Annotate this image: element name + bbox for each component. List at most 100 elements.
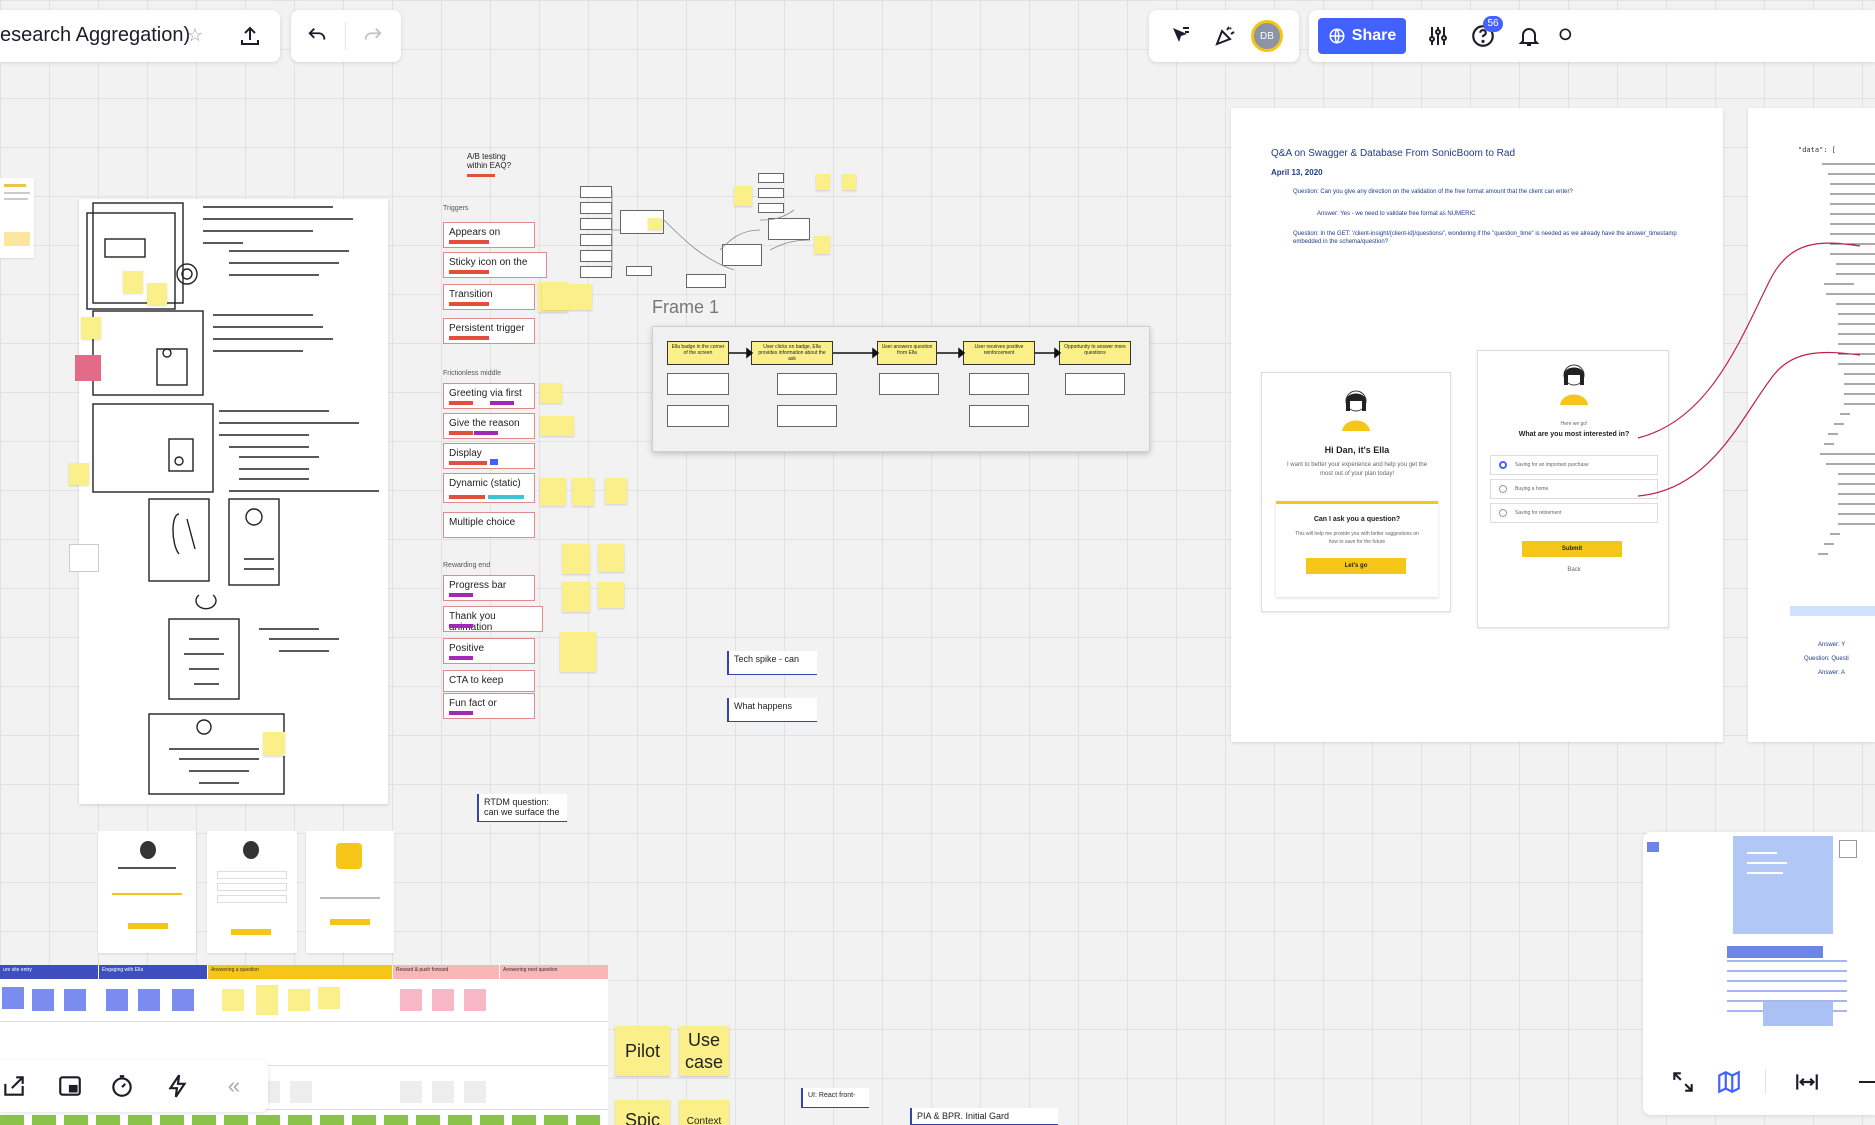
- mockup-thumbnail[interactable]: [306, 831, 394, 953]
- collapse-icon[interactable]: «: [220, 1072, 248, 1100]
- star-icon[interactable]: ☆: [184, 24, 206, 46]
- rewarding-sticky[interactable]: [562, 582, 590, 612]
- sketch-sticky[interactable]: [123, 271, 143, 293]
- map-icon[interactable]: [1715, 1068, 1743, 1096]
- rewarding-card[interactable]: CTA to keep: [443, 670, 535, 692]
- trigger-card[interactable]: Appears on: [443, 222, 535, 248]
- spike-sticky[interactable]: Spic: [615, 1100, 670, 1125]
- frictionless-sticky[interactable]: [540, 478, 566, 506]
- celebrate-icon[interactable]: [1211, 22, 1239, 50]
- note-card[interactable]: [69, 544, 99, 572]
- avatar[interactable]: DB: [1251, 20, 1283, 52]
- journey-sticky[interactable]: [288, 989, 310, 1011]
- tech-spike-note[interactable]: Tech spike - can: [727, 651, 817, 675]
- upload-icon[interactable]: [236, 22, 264, 50]
- rewarding-card[interactable]: Progress bar: [443, 575, 535, 601]
- minimap-panel[interactable]: [1643, 832, 1875, 1115]
- journey-sticky[interactable]: [2, 987, 24, 1009]
- share-screen-icon[interactable]: [0, 1072, 28, 1100]
- ui-react-note[interactable]: UI: React front-: [801, 1088, 869, 1108]
- rewarding-sticky[interactable]: [598, 582, 624, 608]
- journey-sticky[interactable]: [256, 985, 278, 1015]
- frame-1[interactable]: Ella badge in the corner of the screen U…: [652, 326, 1150, 452]
- sketch-sticky[interactable]: [81, 317, 101, 339]
- pink-note[interactable]: [75, 355, 101, 381]
- frame-title[interactable]: Frame 1: [652, 297, 719, 318]
- frictionless-sticky[interactable]: [540, 416, 574, 436]
- flow-note[interactable]: [777, 405, 837, 427]
- rewarding-sticky[interactable]: [560, 632, 596, 672]
- journey-sticky[interactable]: [138, 989, 160, 1011]
- sketch-sticky[interactable]: [69, 463, 89, 485]
- lets-go-button[interactable]: Let's go: [1306, 558, 1406, 574]
- flow-note[interactable]: [879, 373, 939, 395]
- frictionless-sticky[interactable]: [572, 478, 594, 506]
- search-icon[interactable]: [1557, 22, 1577, 50]
- pilot-sticky[interactable]: Pilot: [615, 1026, 670, 1076]
- frictionless-sticky[interactable]: [540, 383, 562, 403]
- sketch-sticky[interactable]: [263, 732, 285, 756]
- journey-sticky[interactable]: [32, 989, 54, 1011]
- journey-sticky[interactable]: [432, 989, 454, 1011]
- rewarding-card[interactable]: Thank you animation: [443, 606, 543, 633]
- frictionless-sticky[interactable]: [605, 478, 627, 504]
- flow-note[interactable]: [1065, 373, 1125, 395]
- submit-button[interactable]: Submit: [1522, 541, 1622, 557]
- pia-bpr-note[interactable]: PIA & BPR. Initial Gard: [910, 1108, 1058, 1125]
- trigger-card[interactable]: Persistent trigger: [443, 318, 535, 344]
- journey-sticky[interactable]: [400, 1081, 422, 1103]
- context-sticky[interactable]: Context: [679, 1100, 729, 1125]
- journey-sticky[interactable]: [64, 989, 86, 1011]
- sketch-sticky[interactable]: [147, 283, 167, 305]
- cursor-follow-icon[interactable]: [1167, 22, 1195, 50]
- rewarding-sticky[interactable]: [598, 544, 624, 572]
- flow-note[interactable]: [667, 405, 729, 427]
- journey-sticky[interactable]: [318, 987, 340, 1009]
- what-happens-note[interactable]: What happens: [727, 698, 817, 722]
- sketch-paper[interactable]: [69, 199, 388, 804]
- settings-sliders-icon[interactable]: [1424, 22, 1452, 50]
- bell-icon[interactable]: [1515, 22, 1543, 50]
- rewarding-card[interactable]: Positive: [443, 638, 535, 664]
- flow-note[interactable]: [969, 373, 1029, 395]
- frictionless-card[interactable]: Greeting via first: [443, 383, 535, 409]
- frictionless-card[interactable]: Display: [443, 443, 535, 469]
- mockup-thumbnail[interactable]: [207, 831, 297, 953]
- frictionless-card[interactable]: Give the reason: [443, 413, 535, 439]
- comment-frame-icon[interactable]: [56, 1072, 84, 1100]
- back-link[interactable]: Back: [1478, 567, 1670, 573]
- journey-sticky[interactable]: [464, 1081, 486, 1103]
- journey-sticky[interactable]: [290, 1081, 312, 1103]
- trigger-card[interactable]: Sticky icon on the: [443, 252, 547, 278]
- zoom-out-icon[interactable]: [1851, 1068, 1875, 1096]
- mockup-thumbnail[interactable]: [98, 831, 196, 953]
- use-case-sticky[interactable]: Use case: [679, 1026, 729, 1076]
- rewarding-sticky[interactable]: [562, 544, 590, 574]
- trigger-card[interactable]: Transition: [443, 284, 535, 310]
- fullscreen-icon[interactable]: [1669, 1068, 1697, 1096]
- timer-icon[interactable]: [108, 1072, 136, 1100]
- journey-sticky[interactable]: [464, 989, 486, 1011]
- undo-icon[interactable]: [303, 22, 331, 50]
- flow-note[interactable]: [969, 405, 1029, 427]
- edge-thumbnail[interactable]: [0, 178, 34, 258]
- fit-width-icon[interactable]: [1793, 1068, 1821, 1096]
- redo-icon[interactable]: [359, 22, 387, 50]
- journey-sticky[interactable]: [222, 989, 244, 1011]
- frictionless-card[interactable]: Multiple choice: [443, 512, 535, 538]
- lightning-icon[interactable]: [164, 1072, 192, 1100]
- greeting-mockup[interactable]: Hi Dan, it's Ella I want to better your …: [1261, 372, 1451, 612]
- board-title[interactable]: esearch Aggregation): [0, 24, 190, 47]
- journey-sticky[interactable]: [106, 989, 128, 1011]
- journey-sticky[interactable]: [432, 1081, 454, 1103]
- rtdm-note[interactable]: RTDM question: can we surface the: [477, 794, 567, 822]
- rewarding-card[interactable]: Fun fact or: [443, 693, 535, 719]
- frictionless-card[interactable]: Dynamic (static): [443, 473, 535, 503]
- journey-sticky[interactable]: [172, 989, 194, 1011]
- flow-note[interactable]: [777, 373, 837, 395]
- share-button[interactable]: Share: [1318, 18, 1406, 54]
- minimap-viewport[interactable]: [1733, 836, 1833, 934]
- journey-sticky[interactable]: [400, 989, 422, 1011]
- flow-note[interactable]: [667, 373, 729, 395]
- ab-testing-note[interactable]: A/B testing within EAQ?: [467, 152, 515, 177]
